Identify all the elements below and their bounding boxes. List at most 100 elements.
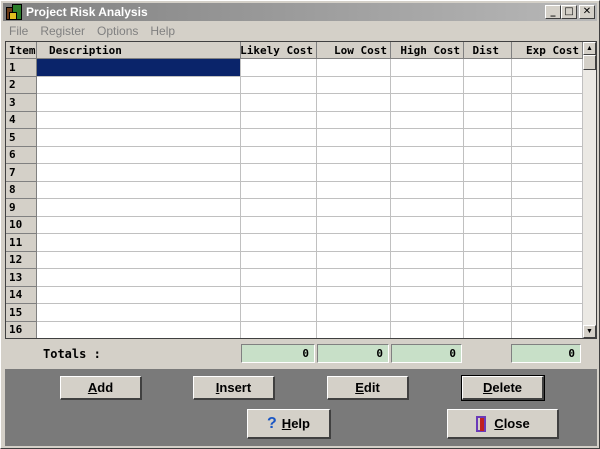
dist-cell[interactable] [464, 164, 512, 182]
high-cost-cell[interactable] [391, 59, 464, 77]
exp-cost-cell[interactable] [512, 234, 583, 252]
app-icon[interactable] [6, 4, 22, 20]
row-header[interactable]: 14 [6, 286, 37, 304]
likely-cost-cell[interactable] [241, 251, 317, 269]
row-header[interactable]: 5 [6, 129, 37, 147]
high-cost-cell[interactable] [391, 94, 464, 112]
description-cell[interactable] [37, 76, 241, 94]
row-header[interactable]: 2 [6, 76, 37, 94]
high-cost-cell[interactable] [391, 76, 464, 94]
description-cell[interactable] [37, 234, 241, 252]
row-header[interactable]: 7 [6, 164, 37, 182]
menu-options[interactable]: Options [91, 24, 144, 38]
likely-cost-cell[interactable] [241, 164, 317, 182]
dist-cell[interactable] [464, 129, 512, 147]
row-header[interactable]: 10 [6, 216, 37, 234]
vertical-scrollbar[interactable]: ▲ ▼ [583, 42, 596, 338]
dist-cell[interactable] [464, 94, 512, 112]
maximize-button[interactable]: □ [561, 5, 577, 19]
low-cost-cell[interactable] [317, 216, 391, 234]
high-cost-cell[interactable] [391, 181, 464, 199]
likely-cost-cell[interactable] [241, 321, 317, 338]
likely-cost-cell[interactable] [241, 181, 317, 199]
description-cell[interactable] [37, 216, 241, 234]
low-cost-cell[interactable] [317, 76, 391, 94]
dist-cell[interactable] [464, 251, 512, 269]
description-cell[interactable] [37, 129, 241, 147]
dist-cell[interactable] [464, 181, 512, 199]
high-cost-cell[interactable] [391, 129, 464, 147]
row-header[interactable]: 6 [6, 146, 37, 164]
high-cost-cell[interactable] [391, 199, 464, 217]
exp-cost-cell[interactable] [512, 269, 583, 287]
row-header[interactable]: 16 [6, 321, 37, 338]
dist-cell[interactable] [464, 59, 512, 77]
row-header[interactable]: 1 [6, 59, 37, 77]
column-header-low-cost[interactable]: Low Cost [317, 42, 391, 59]
high-cost-cell[interactable] [391, 269, 464, 287]
exp-cost-cell[interactable] [512, 76, 583, 94]
dist-cell[interactable] [464, 199, 512, 217]
row-header[interactable]: 3 [6, 94, 37, 112]
row-header[interactable]: 4 [6, 111, 37, 129]
high-cost-cell[interactable] [391, 286, 464, 304]
low-cost-cell[interactable] [317, 164, 391, 182]
description-cell[interactable] [37, 286, 241, 304]
description-cell[interactable] [37, 59, 241, 77]
high-cost-cell[interactable] [391, 216, 464, 234]
row-header[interactable]: 11 [6, 234, 37, 252]
low-cost-cell[interactable] [317, 269, 391, 287]
low-cost-cell[interactable] [317, 181, 391, 199]
exp-cost-cell[interactable] [512, 251, 583, 269]
row-header[interactable]: 12 [6, 251, 37, 269]
menu-register[interactable]: Register [34, 24, 91, 38]
likely-cost-cell[interactable] [241, 199, 317, 217]
low-cost-cell[interactable] [317, 199, 391, 217]
high-cost-cell[interactable] [391, 146, 464, 164]
dist-cell[interactable] [464, 146, 512, 164]
low-cost-cell[interactable] [317, 94, 391, 112]
column-header-exp-cost[interactable]: Exp Cost [512, 42, 583, 59]
exp-cost-cell[interactable] [512, 181, 583, 199]
description-cell[interactable] [37, 199, 241, 217]
exp-cost-cell[interactable] [512, 146, 583, 164]
dist-cell[interactable] [464, 76, 512, 94]
scroll-down-arrow-icon[interactable]: ▼ [583, 325, 596, 338]
menu-file[interactable]: File [3, 24, 34, 38]
likely-cost-cell[interactable] [241, 304, 317, 322]
low-cost-cell[interactable] [317, 111, 391, 129]
exp-cost-cell[interactable] [512, 164, 583, 182]
row-header[interactable]: 8 [6, 181, 37, 199]
description-cell[interactable] [37, 321, 241, 338]
description-cell[interactable] [37, 146, 241, 164]
help-button[interactable]: ? Help [247, 409, 331, 439]
column-header-high-cost[interactable]: High Cost [391, 42, 464, 59]
title-bar[interactable]: Project Risk Analysis _ □ ✕ [3, 3, 597, 21]
risk-grid[interactable]: Item Description Likely Cost Low Cost Hi… [5, 41, 597, 339]
likely-cost-cell[interactable] [241, 286, 317, 304]
low-cost-cell[interactable] [317, 234, 391, 252]
insert-button[interactable]: Insert [193, 376, 275, 400]
high-cost-cell[interactable] [391, 251, 464, 269]
description-cell[interactable] [37, 269, 241, 287]
high-cost-cell[interactable] [391, 234, 464, 252]
minimize-button[interactable]: _ [545, 5, 561, 19]
high-cost-cell[interactable] [391, 321, 464, 338]
low-cost-cell[interactable] [317, 146, 391, 164]
row-header[interactable]: 15 [6, 304, 37, 322]
low-cost-cell[interactable] [317, 251, 391, 269]
column-header-item[interactable]: Item [6, 42, 37, 59]
exp-cost-cell[interactable] [512, 129, 583, 147]
delete-button[interactable]: Delete [461, 375, 545, 401]
low-cost-cell[interactable] [317, 304, 391, 322]
dist-cell[interactable] [464, 286, 512, 304]
row-header[interactable]: 13 [6, 269, 37, 287]
row-header[interactable]: 9 [6, 199, 37, 217]
low-cost-cell[interactable] [317, 129, 391, 147]
high-cost-cell[interactable] [391, 111, 464, 129]
exp-cost-cell[interactable] [512, 59, 583, 77]
dist-cell[interactable] [464, 111, 512, 129]
dist-cell[interactable] [464, 321, 512, 338]
exp-cost-cell[interactable] [512, 304, 583, 322]
low-cost-cell[interactable] [317, 286, 391, 304]
